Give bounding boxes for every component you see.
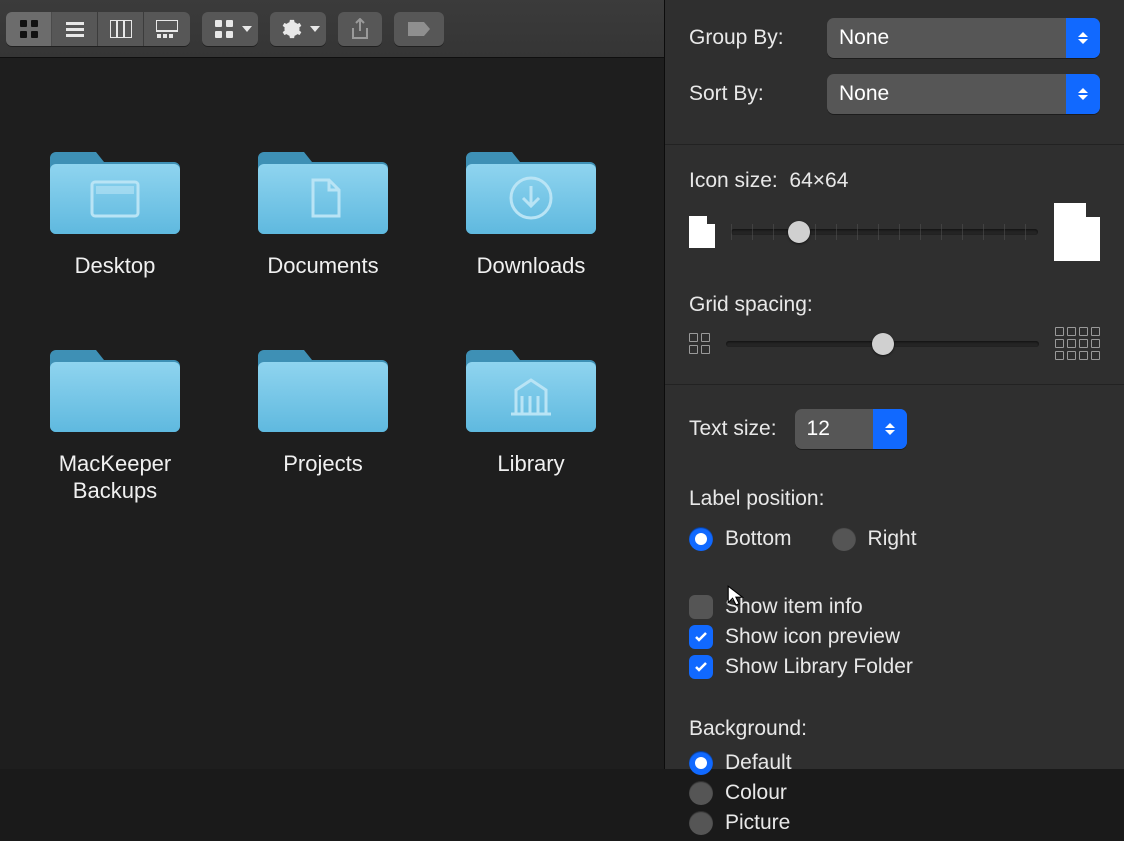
sort-by-label: Sort By:: [689, 82, 809, 106]
radio-icon: [832, 527, 856, 551]
radio-icon: [689, 751, 713, 775]
checkbox-icon: [689, 625, 713, 649]
background-label: Background:: [689, 717, 1100, 741]
column-icon: [110, 20, 132, 38]
sort-by-row: Sort By: None: [689, 74, 1100, 114]
checkbox-icon: [689, 595, 713, 619]
label-position-right[interactable]: Right: [832, 527, 917, 551]
grid-spacing-label: Grid spacing:: [689, 293, 1100, 317]
background-picture[interactable]: Picture: [689, 811, 1100, 835]
loose-grid-icon: [1055, 327, 1100, 360]
label-position-bottom[interactable]: Bottom: [689, 527, 792, 551]
text-size-dropdown[interactable]: 12: [795, 409, 907, 449]
grid-spacing-slider[interactable]: [726, 341, 1039, 347]
checkbox-label: Show item info: [725, 595, 863, 619]
view-list-button[interactable]: [52, 12, 98, 46]
view-icon-button[interactable]: [6, 12, 52, 46]
group-by-dropdown[interactable]: None: [827, 18, 1100, 58]
gear-icon: [282, 19, 302, 39]
small-doc-icon: [689, 216, 715, 248]
slider-thumb[interactable]: [872, 333, 894, 355]
label-position-label: Label position:: [689, 487, 1100, 511]
folder-label: MacKeeper Backups: [30, 450, 200, 505]
sort-by-dropdown[interactable]: None: [827, 74, 1100, 114]
folder-documents[interactable]: Documents: [238, 138, 408, 280]
group-by-row: Group By: None: [689, 18, 1100, 58]
folder-label: Documents: [267, 252, 378, 280]
sort-by-value: None: [839, 82, 889, 106]
grid-icon: [19, 19, 39, 39]
chevron-down-icon: [242, 26, 252, 32]
text-size-row: Text size: 12: [689, 409, 1100, 449]
view-gallery-button[interactable]: [144, 12, 190, 46]
divider: [665, 384, 1124, 385]
radio-icon: [689, 527, 713, 551]
checkbox-section: Show item info Show icon preview Show Li…: [689, 589, 1100, 685]
folder-downloads[interactable]: Downloads: [446, 138, 616, 280]
background-colour[interactable]: Colour: [689, 781, 1100, 805]
folder-label: Desktop: [75, 252, 156, 280]
tag-button[interactable]: [394, 12, 444, 46]
radio-label: Default: [725, 751, 792, 775]
checkbox-label: Show Library Folder: [725, 655, 913, 679]
folder-desktop[interactable]: Desktop: [30, 138, 200, 280]
tag-icon: [406, 20, 432, 38]
show-icon-preview-checkbox[interactable]: Show icon preview: [689, 625, 1100, 649]
file-grid: Desktop Documents Downloads MacKeeper Ba…: [0, 58, 664, 769]
label-position-section: Label position: Bottom Right: [689, 487, 1100, 557]
icon-size-value: 64×64: [789, 169, 848, 192]
radio-label: Colour: [725, 781, 787, 805]
gallery-icon: [156, 20, 178, 38]
radio-icon: [689, 811, 713, 835]
checkbox-icon: [689, 655, 713, 679]
radio-label: Bottom: [725, 527, 792, 551]
background-default[interactable]: Default: [689, 751, 1100, 775]
folder-projects[interactable]: Projects: [238, 336, 408, 505]
view-options-panel: Group By: None Sort By: None Icon size: …: [664, 0, 1124, 769]
checkbox-label: Show icon preview: [725, 625, 900, 649]
grid-spacing-section: Grid spacing:: [689, 293, 1100, 360]
folder-label: Library: [497, 450, 564, 478]
radio-label: Right: [868, 527, 917, 551]
background-section: Background: Default Colour Picture: [689, 717, 1100, 841]
arrange-dropdown-button[interactable]: [202, 12, 258, 46]
text-size-label: Text size:: [689, 417, 777, 441]
show-item-info-checkbox[interactable]: Show item info: [689, 595, 1100, 619]
show-library-folder-checkbox[interactable]: Show Library Folder: [689, 655, 1100, 679]
list-icon: [65, 19, 85, 39]
icon-size-slider[interactable]: [731, 229, 1038, 235]
folder-label: Downloads: [477, 252, 586, 280]
large-doc-icon: [1054, 203, 1100, 261]
icon-size-section: Icon size: 64×64: [689, 169, 1100, 261]
text-size-value: 12: [807, 417, 830, 441]
divider: [665, 144, 1124, 145]
radio-icon: [689, 781, 713, 805]
view-column-button[interactable]: [98, 12, 144, 46]
share-icon: [350, 18, 370, 40]
tight-grid-icon: [689, 333, 710, 354]
finder-toolbar: [0, 0, 664, 58]
action-dropdown-button[interactable]: [270, 12, 326, 46]
folder-mackeeper-backups[interactable]: MacKeeper Backups: [30, 336, 200, 505]
radio-label: Picture: [725, 811, 790, 835]
share-button[interactable]: [338, 12, 382, 46]
folder-label: Projects: [283, 450, 362, 478]
group-by-value: None: [839, 26, 889, 50]
group-by-label: Group By:: [689, 26, 809, 50]
icon-size-label: Icon size:: [689, 169, 778, 192]
grid-arrange-icon: [214, 19, 234, 39]
slider-thumb[interactable]: [788, 221, 810, 243]
folder-library[interactable]: Library: [446, 336, 616, 505]
view-mode-segment: [6, 12, 190, 46]
chevron-down-icon: [310, 26, 320, 32]
finder-window: Desktop Documents Downloads MacKeeper Ba…: [0, 0, 664, 769]
